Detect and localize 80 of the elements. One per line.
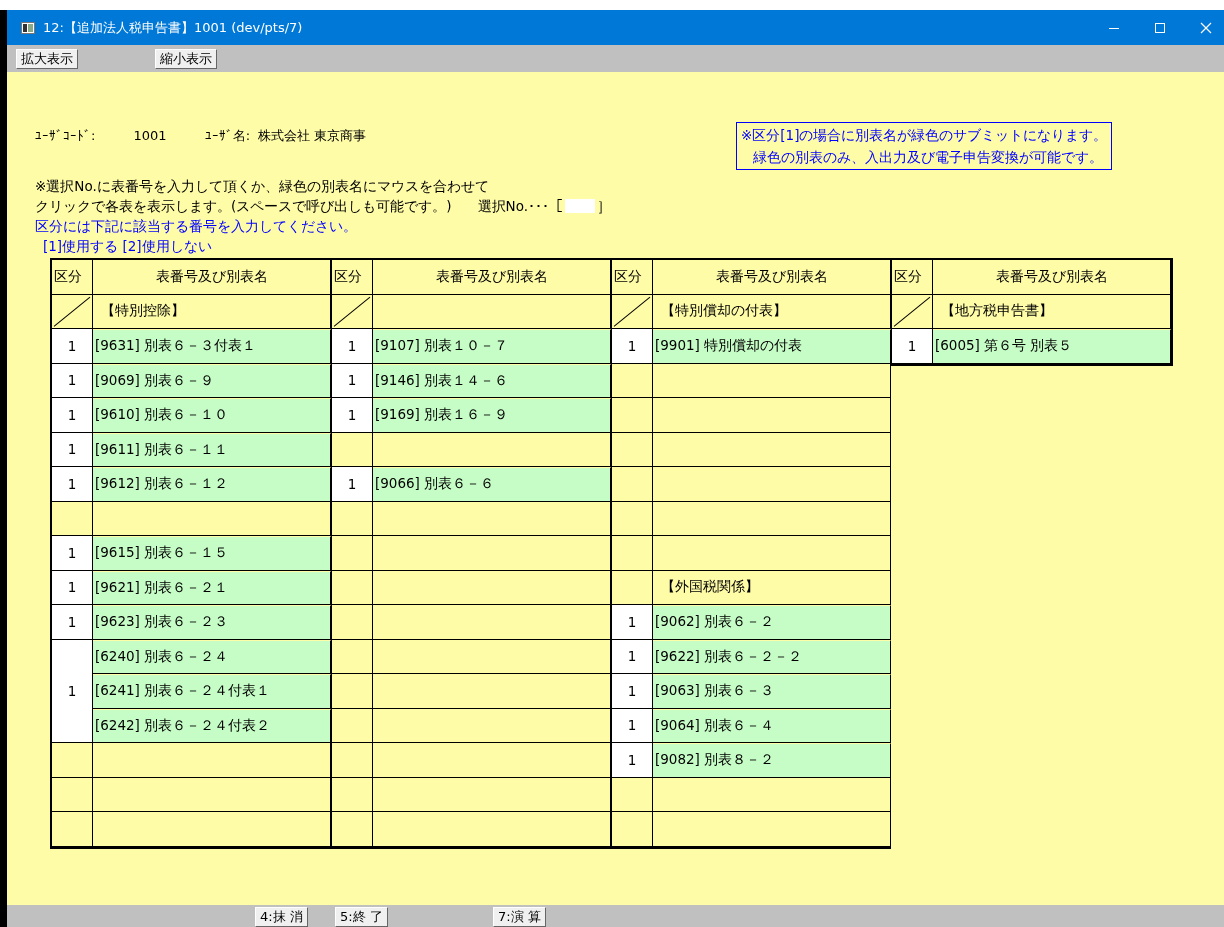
hint-text: 区分には下記に該当する番号を入力してください。 [35,217,358,236]
user-name-label: ﾕｰｻﾞ名: [204,128,251,143]
function-key[interactable]: 7:演 算 [493,907,546,927]
kubun-field[interactable]: 1 [612,639,653,674]
form-link[interactable]: [6240] 別表６－２４ [93,639,331,674]
form-link[interactable]: [9146] 別表１４－６ [373,363,611,398]
select-field[interactable] [564,199,595,213]
kubun-field[interactable]: 1 [332,329,373,364]
notice-text: 緑色の別表のみ、入出力及び電子申告変換が可能です。 [752,148,1104,167]
form-link[interactable]: [9621] 別表６－２１ [93,570,331,605]
kubun-field[interactable]: 1 [52,536,93,571]
form-link[interactable]: [9611] 別表６－１１ [93,432,331,467]
kubun-field[interactable]: 1 [332,363,373,398]
section-label: 【地方税申告書】 [940,302,1053,321]
user-name: 株式会社 東京商事 [258,128,367,143]
maximize-icon[interactable] [1154,21,1166,34]
kubun-field[interactable]: 1 [52,605,93,640]
form-link[interactable]: [9615] 別表６－１５ [93,536,331,571]
form-link[interactable]: [6005] 第６号 別表５ [933,329,1171,364]
hint-text: [1]使用する [2]使用しない [42,237,213,256]
column-header: 表番号及び別表名 [933,260,1171,295]
window-icon [21,21,35,34]
form-link[interactable]: [9901] 特別償却の付表 [653,329,891,364]
kubun-field[interactable]: 1 [612,605,653,640]
select-label: 選択No.･･･［ [477,197,563,216]
window-title: 12:【追加法人税申告書】1001 (dev/pts/7) [43,18,304,37]
column-header: 区分 [612,260,653,295]
kubun-field[interactable]: 1 [52,363,93,398]
kubun-field[interactable]: 1 [52,432,93,467]
section-label: 【特別控除】 [100,302,185,321]
section-label: 【外国税関係】 [660,578,759,597]
column-header: 区分 [52,260,93,295]
column-header: 区分 [892,260,933,295]
form-link[interactable]: [9610] 別表６－１０ [93,398,331,433]
form-link[interactable]: [9107] 別表１０－７ [373,329,611,364]
form-link[interactable]: [9612] 別表６－１２ [93,467,331,502]
instruction-text: ※選択No.に表番号を入力して頂くか、緑色の別表名にマウスを合わせて [35,177,490,196]
form-link[interactable]: [9622] 別表６－２－２ [653,639,891,674]
kubun-field[interactable]: 1 [52,639,93,743]
function-key[interactable]: 5:終 了 [335,907,388,927]
slash-mark [52,294,92,328]
form-link[interactable]: [9069] 別表６－９ [93,363,331,398]
form-link[interactable]: [9066] 別表６－６ [373,467,611,502]
kubun-field[interactable]: 1 [332,467,373,502]
kubun-field[interactable]: 1 [612,708,653,743]
slash-mark [892,294,932,328]
slash-mark [612,294,652,328]
kubun-field[interactable]: 1 [612,743,653,778]
column-header: 表番号及び別表名 [93,260,331,295]
form-link[interactable]: [6242] 別表６－２４付表２ [93,708,331,743]
toolbar-button[interactable]: 縮小表示 [155,48,217,69]
form-link[interactable]: [9169] 別表１６－９ [373,398,611,433]
kubun-field[interactable]: 1 [612,329,653,364]
form-link[interactable]: [6241] 別表６－２４付表１ [93,674,331,709]
kubun-field[interactable]: 1 [332,398,373,433]
form-link[interactable]: [9063] 別表６－３ [653,674,891,709]
function-key[interactable]: 4:抹 消 [255,907,308,927]
select-bracket: ］ [596,197,611,216]
kubun-field[interactable]: 1 [52,570,93,605]
close-icon[interactable] [1200,21,1212,34]
kubun-field[interactable]: 1 [612,674,653,709]
instruction-text: クリックで各表を表示します。(スペースで呼び出しも可能です。) [35,197,452,216]
user-code: 1001 [133,128,167,143]
form-link[interactable]: [9064] 別表６－４ [653,708,891,743]
form-link[interactable]: [9623] 別表６－２３ [93,605,331,640]
kubun-field[interactable]: 1 [52,398,93,433]
kubun-field[interactable]: 1 [52,329,93,364]
column-header: 表番号及び別表名 [653,260,891,295]
column-header: 区分 [332,260,373,295]
user-code-label: ﾕｰｻﾞｺｰﾄﾞ: [35,128,96,143]
kubun-field[interactable]: 1 [52,467,93,502]
form-link[interactable]: [9631] 別表６－３付表１ [93,329,331,364]
toolbar-button[interactable]: 拡大表示 [16,48,78,69]
section-label: 【特別償却の付表】 [660,302,787,321]
kubun-field[interactable]: 1 [892,329,933,364]
slash-mark [332,294,372,328]
notice-text: ※区分[1]の場合に別表名が緑色のサブミットになります。 [741,126,1108,145]
column-header: 表番号及び別表名 [373,260,611,295]
form-link[interactable]: [9062] 別表６－２ [653,605,891,640]
form-link[interactable]: [9082] 別表８－２ [653,743,891,778]
